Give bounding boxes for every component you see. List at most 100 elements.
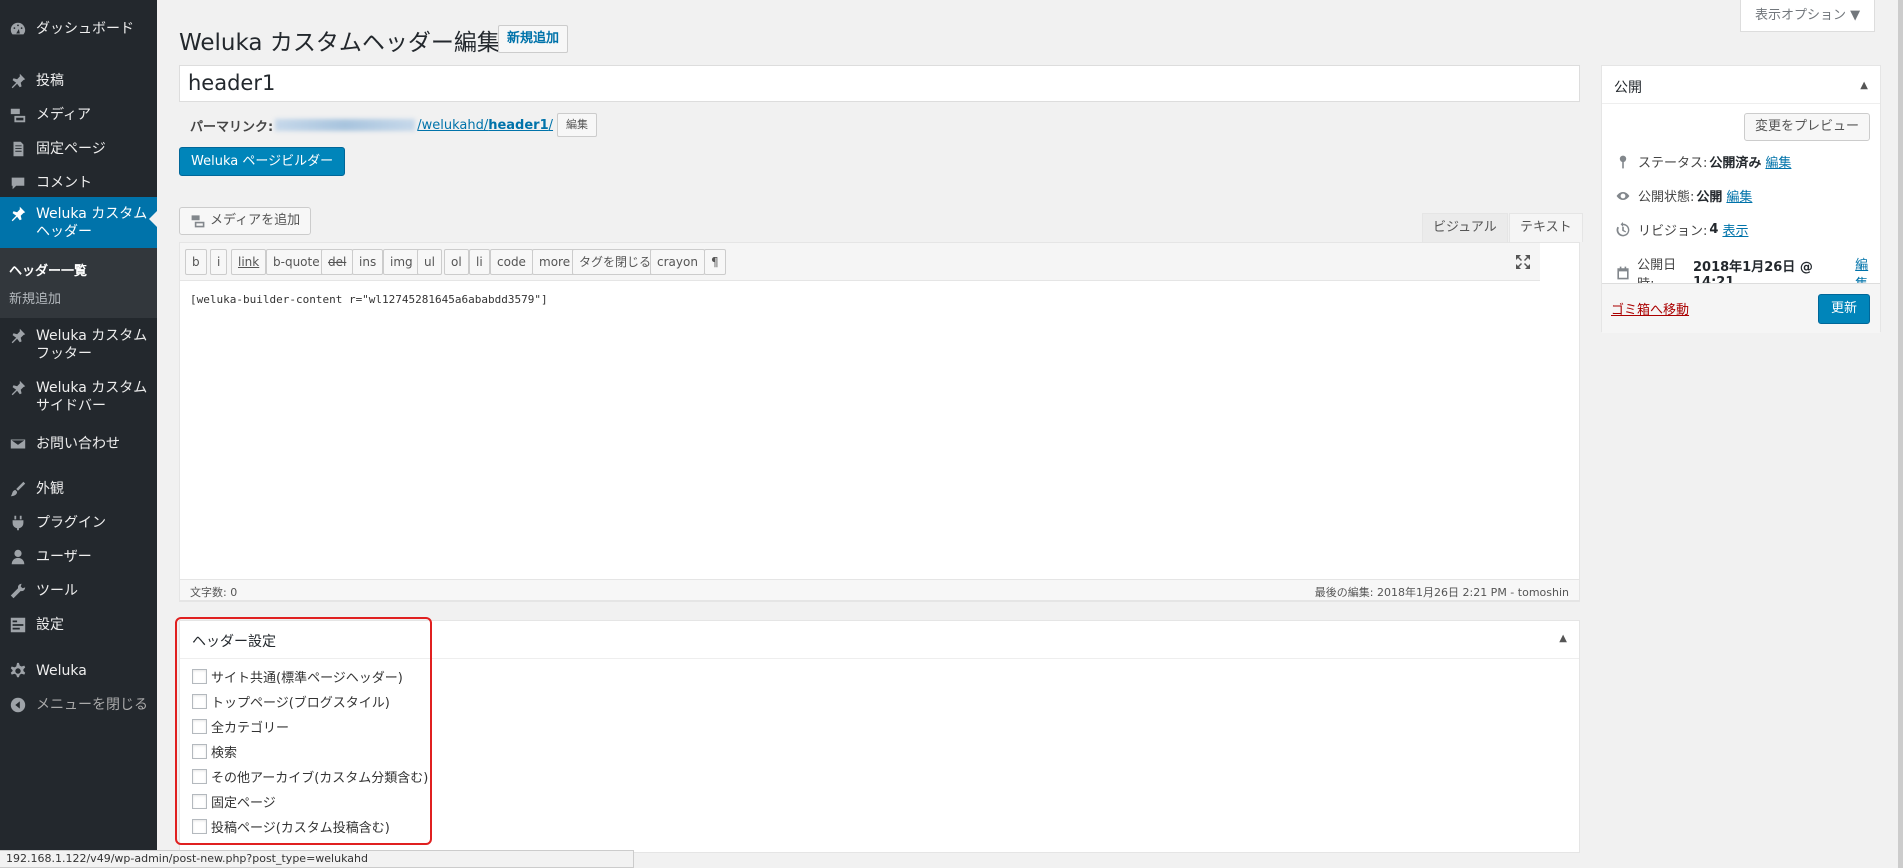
add-media-label: メディアを追加 [210, 213, 301, 228]
permalink-label: パーマリンク: [190, 119, 274, 135]
sidebar-item-tools[interactable]: ツール [0, 576, 157, 606]
sidebar-item-label: コメント [36, 175, 92, 191]
calendar-icon [1614, 264, 1631, 282]
visibility-value: 公開 [1696, 190, 1723, 205]
sidebar-item-label: プラグイン [36, 515, 106, 531]
qt-ul-button[interactable]: ul [417, 249, 442, 275]
permalink-slug: header1 [488, 117, 549, 133]
qt-bold-button[interactable]: b [185, 249, 207, 275]
status-label: ステータス: [1638, 156, 1708, 171]
sidebar-item-pages[interactable]: 固定ページ [0, 134, 157, 164]
sidebar-item-weluka[interactable]: Weluka [0, 656, 157, 686]
revision-label: リビジョン: [1638, 224, 1708, 239]
pin-icon [8, 205, 28, 223]
status-value: 公開済み [1709, 156, 1762, 171]
qt-italic-button[interactable]: i [210, 249, 228, 275]
sidebar-item-label: Weluka カスタムサイドバー [36, 380, 148, 414]
sidebar-item-label: 設定 [36, 617, 64, 633]
qt-img-button[interactable]: img [383, 249, 420, 275]
qt-close-tags-button[interactable]: タグを閉じる [572, 249, 659, 275]
sidebar-item-label: Weluka [36, 663, 87, 679]
publish-actions: ゴミ箱へ移動 更新 [1602, 283, 1880, 333]
permalink-edit-button[interactable]: 編集 [557, 113, 598, 137]
add-media-button[interactable]: メディアを追加 [179, 207, 312, 235]
sidebar-item-weluka-header[interactable]: Weluka カスタムヘッダー [0, 197, 157, 248]
sidebar-item-weluka-footer[interactable]: Weluka カスタムフッター [0, 321, 157, 369]
move-to-trash-link[interactable]: ゴミ箱へ移動 [1611, 299, 1689, 318]
pin-icon [8, 327, 28, 345]
text-editor[interactable]: b i link b-quote del ins img ul ol li co… [179, 242, 1580, 602]
submenu-item-header-list[interactable]: ヘッダー一覧 [9, 260, 87, 279]
word-count: 文字数: 0 [190, 586, 238, 599]
sidebar-item-label: ダッシュボード [36, 21, 134, 37]
visibility-row: 公開状態: 公開 編集 [1614, 186, 1752, 205]
revision-row: リビジョン: 4 表示 [1614, 220, 1748, 239]
page-icon [8, 140, 28, 158]
settings-icon [8, 616, 28, 634]
qt-crayon-button[interactable]: crayon [650, 249, 705, 275]
sidebar-item-appearance[interactable]: 外観 [0, 474, 157, 504]
qt-more-button[interactable]: more [532, 249, 578, 275]
sidebar-item-dashboard[interactable]: ダッシュボード [0, 14, 157, 44]
update-button[interactable]: 更新 [1817, 294, 1870, 324]
current-arrow [149, 211, 157, 227]
highlight-annotation [175, 617, 432, 845]
sidebar-item-label: Weluka カスタムヘッダー [36, 206, 148, 240]
page-builder-button[interactable]: Weluka ページビルダー [179, 147, 346, 176]
fullscreen-icon[interactable] [1513, 252, 1533, 272]
sidebar-item-label: メニューを閉じる [36, 697, 148, 713]
qt-ins-button[interactable]: ins [352, 249, 384, 275]
sidebar-item-label: ツール [36, 583, 78, 599]
sidebar-item-label: Weluka カスタムフッター [36, 328, 148, 362]
screen-options-button[interactable]: 表示オプション ▼ [1740, 0, 1876, 32]
add-new-button[interactable]: 新規追加 [498, 25, 569, 53]
collapse-toggle-icon[interactable]: ▲ [1860, 80, 1868, 91]
user-icon [8, 548, 28, 566]
sidebar-item-comments[interactable]: コメント [0, 168, 157, 198]
blurred-host [275, 119, 416, 131]
qt-blockquote-button[interactable]: b-quote [266, 249, 327, 275]
post-title-input[interactable]: header1 [179, 65, 1580, 102]
collapse-menu-button[interactable]: メニューを閉じる [0, 690, 157, 720]
status-edit-link[interactable]: 編集 [1765, 152, 1791, 171]
tab-visual[interactable]: ビジュアル [1422, 213, 1508, 242]
sidebar-item-label: ユーザー [36, 549, 92, 565]
visibility-label: 公開状態: [1638, 190, 1695, 205]
submenu-item-add-new[interactable]: 新規追加 [9, 288, 61, 307]
preview-changes-button[interactable]: 変更をプレビュー [1743, 113, 1870, 141]
media-icon [8, 106, 28, 124]
media-icon [191, 215, 205, 228]
permalink-path: /welukahd/ [417, 117, 489, 133]
sidebar-item-posts[interactable]: 投稿 [0, 66, 157, 96]
quicktags-toolbar: b i link b-quote del ins img ul ol li co… [180, 243, 1540, 281]
qt-link-button[interactable]: link [231, 249, 267, 275]
sidebar-item-users[interactable]: ユーザー [0, 542, 157, 572]
status-row: ステータス: 公開済み 編集 [1614, 152, 1791, 171]
permalink: パーマリンク: /welukahd/header1/ 編集 [190, 113, 598, 137]
sidebar-item-media[interactable]: メディア [0, 100, 157, 130]
qt-ol-button[interactable]: ol [444, 249, 469, 275]
qt-del-button[interactable]: del [321, 249, 354, 275]
pin-icon [8, 379, 28, 397]
divider [1602, 103, 1880, 104]
visibility-edit-link[interactable]: 編集 [1726, 186, 1752, 205]
collapse-icon [8, 696, 28, 714]
qt-code-button[interactable]: code [490, 249, 533, 275]
history-icon [1614, 221, 1632, 239]
comment-icon [8, 174, 28, 192]
publish-title: 公開 [1614, 80, 1642, 96]
tab-text[interactable]: テキスト [1509, 213, 1583, 242]
revision-view-link[interactable]: 表示 [1722, 220, 1748, 239]
collapse-toggle-icon[interactable]: ▲ [1559, 633, 1567, 644]
qt-pilcrow-button[interactable]: ¶ [704, 249, 726, 275]
sidebar-item-settings[interactable]: 設定 [0, 610, 157, 640]
publish-box: 公開 ▲ 変更をプレビュー ステータス: 公開済み 編集 公開状態: 公開 編集… [1601, 65, 1881, 333]
pin-icon [8, 72, 28, 90]
permalink-url[interactable]: /welukahd/header1/ [275, 118, 553, 133]
status-url-bar: 192.168.1.122/v49/wp-admin/post-new.php?… [0, 850, 634, 868]
qt-li-button[interactable]: li [469, 249, 490, 275]
sidebar-item-label: お問い合わせ [36, 436, 120, 452]
sidebar-item-plugins[interactable]: プラグイン [0, 508, 157, 538]
sidebar-item-contact[interactable]: お問い合わせ [0, 429, 157, 459]
sidebar-item-weluka-sidebar[interactable]: Weluka カスタムサイドバー [0, 373, 157, 421]
